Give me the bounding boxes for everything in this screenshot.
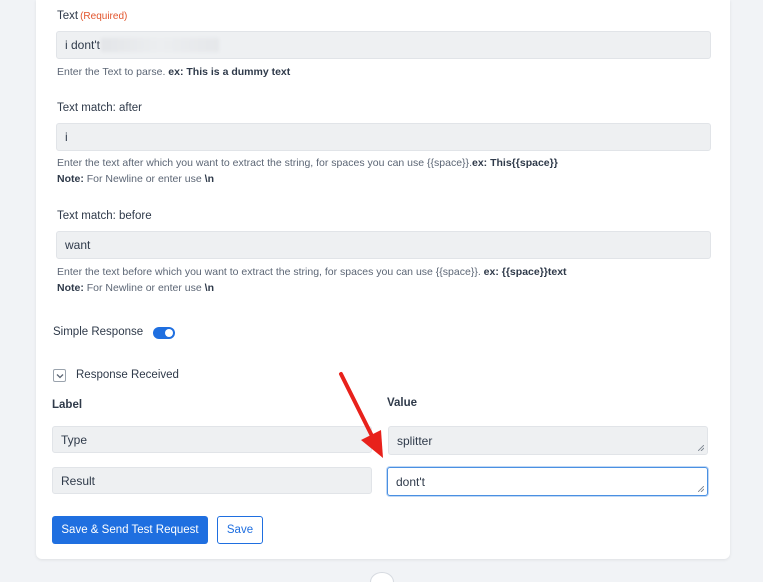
form-card: Text (Required) i dont't Enter the Text t… xyxy=(36,0,730,559)
match-before-example: ex: {{space}}text xyxy=(483,266,567,278)
flow-connector xyxy=(370,572,394,582)
match-before-value: want xyxy=(65,238,91,252)
text-field-example: ex: This is a dummy text xyxy=(168,66,291,78)
text-input-value: i dont't xyxy=(65,38,100,52)
save-button[interactable]: Save xyxy=(217,516,263,544)
label-column-header: Label xyxy=(52,399,83,411)
chevron-down-icon xyxy=(56,373,63,378)
response-received-label: Response Received xyxy=(76,369,179,381)
red-arrow-annotation xyxy=(339,372,383,458)
value-field-type[interactable]: splitter xyxy=(388,426,708,455)
simple-response-toggle[interactable] xyxy=(153,327,175,339)
label-field-type[interactable]: Type xyxy=(52,426,372,453)
resize-handle-icon[interactable] xyxy=(698,445,704,451)
match-after-input[interactable]: i xyxy=(56,123,711,151)
text-field-help: Enter the Text to parse. ex: This is a d… xyxy=(57,66,291,78)
value-field-result[interactable]: dont't xyxy=(387,467,708,496)
required-marker: (Required) xyxy=(80,11,128,22)
match-after-help: Enter the text after which you want to e… xyxy=(57,157,558,169)
text-field-label: Text (Required) xyxy=(57,10,128,22)
match-after-value: i xyxy=(65,130,68,144)
match-before-help: Enter the text before which you want to … xyxy=(57,266,567,278)
match-after-label: Text match: after xyxy=(57,102,143,114)
response-received-toggle[interactable] xyxy=(53,369,66,382)
redacted-blur xyxy=(100,38,219,52)
match-after-note: Note: For Newline or enter use \n xyxy=(57,173,214,185)
match-before-input[interactable]: want xyxy=(56,231,711,259)
label-field-result[interactable]: Result xyxy=(52,467,372,494)
resize-handle-icon[interactable] xyxy=(698,486,704,492)
simple-response-label: Simple Response xyxy=(53,326,144,338)
text-input[interactable]: i dont't xyxy=(56,31,711,59)
match-before-label: Text match: before xyxy=(57,210,152,222)
save-send-test-button[interactable]: Save & Send Test Request xyxy=(52,516,208,544)
match-after-example: ex: This{{space}} xyxy=(472,157,558,169)
match-before-note: Note: For Newline or enter use \n xyxy=(57,282,214,294)
